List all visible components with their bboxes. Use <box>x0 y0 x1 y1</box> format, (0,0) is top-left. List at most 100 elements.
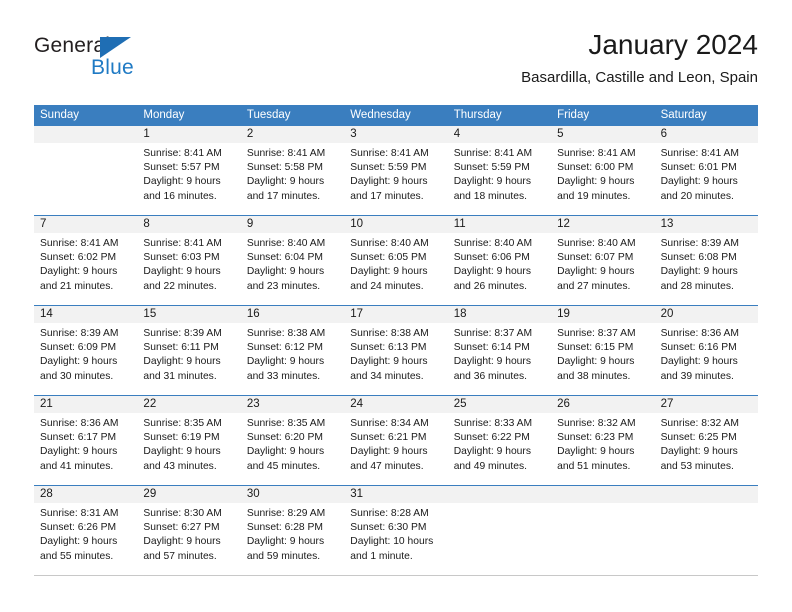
day-cell[interactable]: 21 Sunrise: 8:36 AM Sunset: 6:17 PM Dayligh… <box>34 396 138 485</box>
day-cell[interactable]: 22 Sunrise: 8:35 AM Sunset: 6:19 PM Dayligh… <box>137 396 241 485</box>
daylight-line-2: and 51 minutes. <box>557 460 631 472</box>
brand-logo[interactable]: General Blue <box>34 34 274 94</box>
day-cell[interactable]: 11 Sunrise: 8:40 AM Sunset: 6:06 PM Dayligh… <box>447 216 552 305</box>
sunrise-line: Sunrise: 8:41 AM <box>246 148 326 159</box>
day-cell[interactable]: 28 Sunrise: 8:31 AM Sunset: 6:26 PM Dayligh… <box>34 486 138 575</box>
day-number-band <box>654 486 758 503</box>
daylight-line-2: and 31 minutes. <box>143 370 217 382</box>
day-cell[interactable]: 10 Sunrise: 8:40 AM Sunset: 6:05 PM Dayligh… <box>344 216 448 305</box>
day-cell[interactable]: 26 Sunrise: 8:32 AM Sunset: 6:23 PM Dayligh… <box>551 396 655 485</box>
day-cell[interactable]: 2 Sunrise: 8:41 AM Sunset: 5:58 PM Daylight… <box>240 126 345 215</box>
day-cell[interactable]: 8 Sunrise: 8:41 AM Sunset: 6:03 PM Daylight… <box>137 216 241 305</box>
day-cell[interactable]: 9 Sunrise: 8:40 AM Sunset: 6:04 PM Daylight… <box>240 216 345 305</box>
day-number: 10 <box>350 218 364 230</box>
brand-name-general: General <box>34 34 111 57</box>
daylight-line-2: and 1 minute. <box>350 550 413 562</box>
daylight-line-2: and 53 minutes. <box>660 460 734 472</box>
day-cell[interactable]: 18 Sunrise: 8:37 AM Sunset: 6:14 PM Dayligh… <box>447 306 552 395</box>
day-number-band: 31 <box>344 486 448 503</box>
daylight-line-1: Daylight: 9 hours <box>40 266 118 278</box>
day-number-band: 2 <box>240 126 345 143</box>
day-details: Sunrise: 8:39 AM Sunset: 6:09 PM Daylight:… <box>34 323 137 384</box>
daylight-line-1: Daylight: 9 hours <box>246 356 325 368</box>
day-details: Sunrise: 8:36 AM Sunset: 6:16 PM Daylight:… <box>655 323 758 384</box>
day-number: 27 <box>660 398 674 410</box>
sunset-line: Sunset: 6:13 PM <box>350 342 427 354</box>
daylight-line-2: and 22 minutes. <box>143 280 217 292</box>
day-cell[interactable]: 13 Sunrise: 8:39 AM Sunset: 6:08 PM Dayligh… <box>654 216 758 305</box>
day-cell[interactable]: 29 Sunrise: 8:30 AM Sunset: 6:27 PM Dayligh… <box>137 486 241 575</box>
day-cell[interactable]: 19 Sunrise: 8:37 AM Sunset: 6:15 PM Dayligh… <box>551 306 655 395</box>
day-number: 6 <box>660 128 667 140</box>
daylight-line-1: Daylight: 9 hours <box>557 446 635 458</box>
day-number: 9 <box>246 218 254 230</box>
daylight-line-1: Daylight: 9 hours <box>557 176 635 188</box>
calendar-week-row: 28 Sunrise: 8:31 AM Sunset: 6:26 PM Dayligh… <box>34 485 758 575</box>
day-cell[interactable]: 24 Sunrise: 8:34 AM Sunset: 6:21 PM Dayligh… <box>344 396 448 485</box>
day-cell[interactable]: 14 Sunrise: 8:39 AM Sunset: 6:09 PM Dayligh… <box>34 306 138 395</box>
day-number-band: 13 <box>654 216 758 233</box>
day-number-band: 26 <box>551 396 655 413</box>
sunrise-line: Sunrise: 8:41 AM <box>143 148 222 159</box>
sunrise-line: Sunrise: 8:35 AM <box>143 418 222 429</box>
day-cell[interactable]: 15 Sunrise: 8:39 AM Sunset: 6:11 PM Dayligh… <box>137 306 241 395</box>
daylight-line-1: Daylight: 9 hours <box>453 176 531 188</box>
day-number: 20 <box>660 308 674 320</box>
day-cell[interactable]: 7 Sunrise: 8:41 AM Sunset: 6:02 PM Daylight… <box>34 216 138 305</box>
day-details: Sunrise: 8:40 AM Sunset: 6:05 PM Daylight:… <box>344 233 447 294</box>
day-details: Sunrise: 8:38 AM Sunset: 6:13 PM Daylight:… <box>344 323 447 384</box>
day-number-band: 10 <box>344 216 448 233</box>
day-cell[interactable]: 5 Sunrise: 8:41 AM Sunset: 6:00 PM Daylight… <box>551 126 655 215</box>
day-number: 16 <box>246 308 260 320</box>
day-number-band: 19 <box>551 306 655 323</box>
day-cell[interactable]: 16 Sunrise: 8:38 AM Sunset: 6:12 PM Dayligh… <box>240 306 345 395</box>
day-number: 12 <box>557 218 570 230</box>
sunset-line: Sunset: 6:22 PM <box>453 432 530 444</box>
day-cell[interactable]: 12 Sunrise: 8:40 AM Sunset: 6:07 PM Dayligh… <box>551 216 655 305</box>
day-number-band: 5 <box>551 126 655 143</box>
weekday-header-wednesday: Wednesday <box>350 109 411 121</box>
day-number: 29 <box>143 488 157 500</box>
sunrise-line: Sunrise: 8:39 AM <box>660 238 739 249</box>
day-cell[interactable]: 30 Sunrise: 8:29 AM Sunset: 6:28 PM Dayligh… <box>240 486 345 575</box>
daylight-line-1: Daylight: 9 hours <box>557 356 635 368</box>
sunrise-line: Sunrise: 8:35 AM <box>246 418 326 429</box>
daylight-line-2: and 20 minutes. <box>660 190 734 202</box>
calendar-week-cells: 28 Sunrise: 8:31 AM Sunset: 6:26 PM Dayligh… <box>34 486 758 575</box>
day-cell[interactable]: 23 Sunrise: 8:35 AM Sunset: 6:20 PM Dayligh… <box>240 396 345 485</box>
day-cell[interactable]: 27 Sunrise: 8:32 AM Sunset: 6:25 PM Dayligh… <box>654 396 758 485</box>
day-number: 22 <box>143 398 157 410</box>
day-number: 28 <box>40 488 53 500</box>
day-number: 26 <box>557 398 570 410</box>
day-cell-empty <box>654 486 758 575</box>
day-number-band: 25 <box>447 396 552 413</box>
day-cell[interactable]: 17 Sunrise: 8:38 AM Sunset: 6:13 PM Dayligh… <box>344 306 448 395</box>
daylight-line-2: and 39 minutes. <box>660 370 734 382</box>
day-cell-empty <box>34 126 138 215</box>
sunrise-line: Sunrise: 8:30 AM <box>143 508 222 519</box>
brand-triangle-icon <box>100 37 131 58</box>
day-number: 8 <box>143 218 150 230</box>
day-number-band: 9 <box>240 216 345 233</box>
day-details: Sunrise: 8:37 AM Sunset: 6:14 PM Daylight:… <box>448 323 551 384</box>
daylight-line-2: and 19 minutes. <box>557 190 631 202</box>
day-cell[interactable]: 1 Sunrise: 8:41 AM Sunset: 5:57 PM Daylight… <box>137 126 241 215</box>
day-cell[interactable]: 25 Sunrise: 8:33 AM Sunset: 6:22 PM Dayligh… <box>447 396 552 485</box>
day-cell[interactable]: 20 Sunrise: 8:36 AM Sunset: 6:16 PM Dayligh… <box>654 306 758 395</box>
day-details <box>551 503 654 507</box>
sunrise-line: Sunrise: 8:41 AM <box>660 148 739 159</box>
day-cell[interactable]: 4 Sunrise: 8:41 AM Sunset: 5:59 PM Daylight… <box>447 126 552 215</box>
day-number-band: 4 <box>447 126 552 143</box>
day-cell[interactable]: 3 Sunrise: 8:41 AM Sunset: 5:59 PM Daylight… <box>344 126 448 215</box>
day-cell[interactable]: 31 Sunrise: 8:28 AM Sunset: 6:30 PM Dayligh… <box>344 486 448 575</box>
daylight-line-2: and 30 minutes. <box>40 370 114 382</box>
day-number-band: 6 <box>654 126 758 143</box>
daylight-line-1: Daylight: 9 hours <box>660 356 738 368</box>
weekday-header-row: Sunday Monday Tuesday Wednesday Thursday Frid… <box>34 105 758 126</box>
day-number: 5 <box>557 128 564 140</box>
sunrise-line: Sunrise: 8:41 AM <box>453 148 533 159</box>
day-details: Sunrise: 8:41 AM Sunset: 6:03 PM Daylight:… <box>137 233 240 294</box>
daylight-line-2: and 24 minutes. <box>350 280 424 292</box>
daylight-line-1: Daylight: 9 hours <box>246 536 325 548</box>
day-cell[interactable]: 6 Sunrise: 8:41 AM Sunset: 6:01 PM Daylight… <box>654 126 758 215</box>
